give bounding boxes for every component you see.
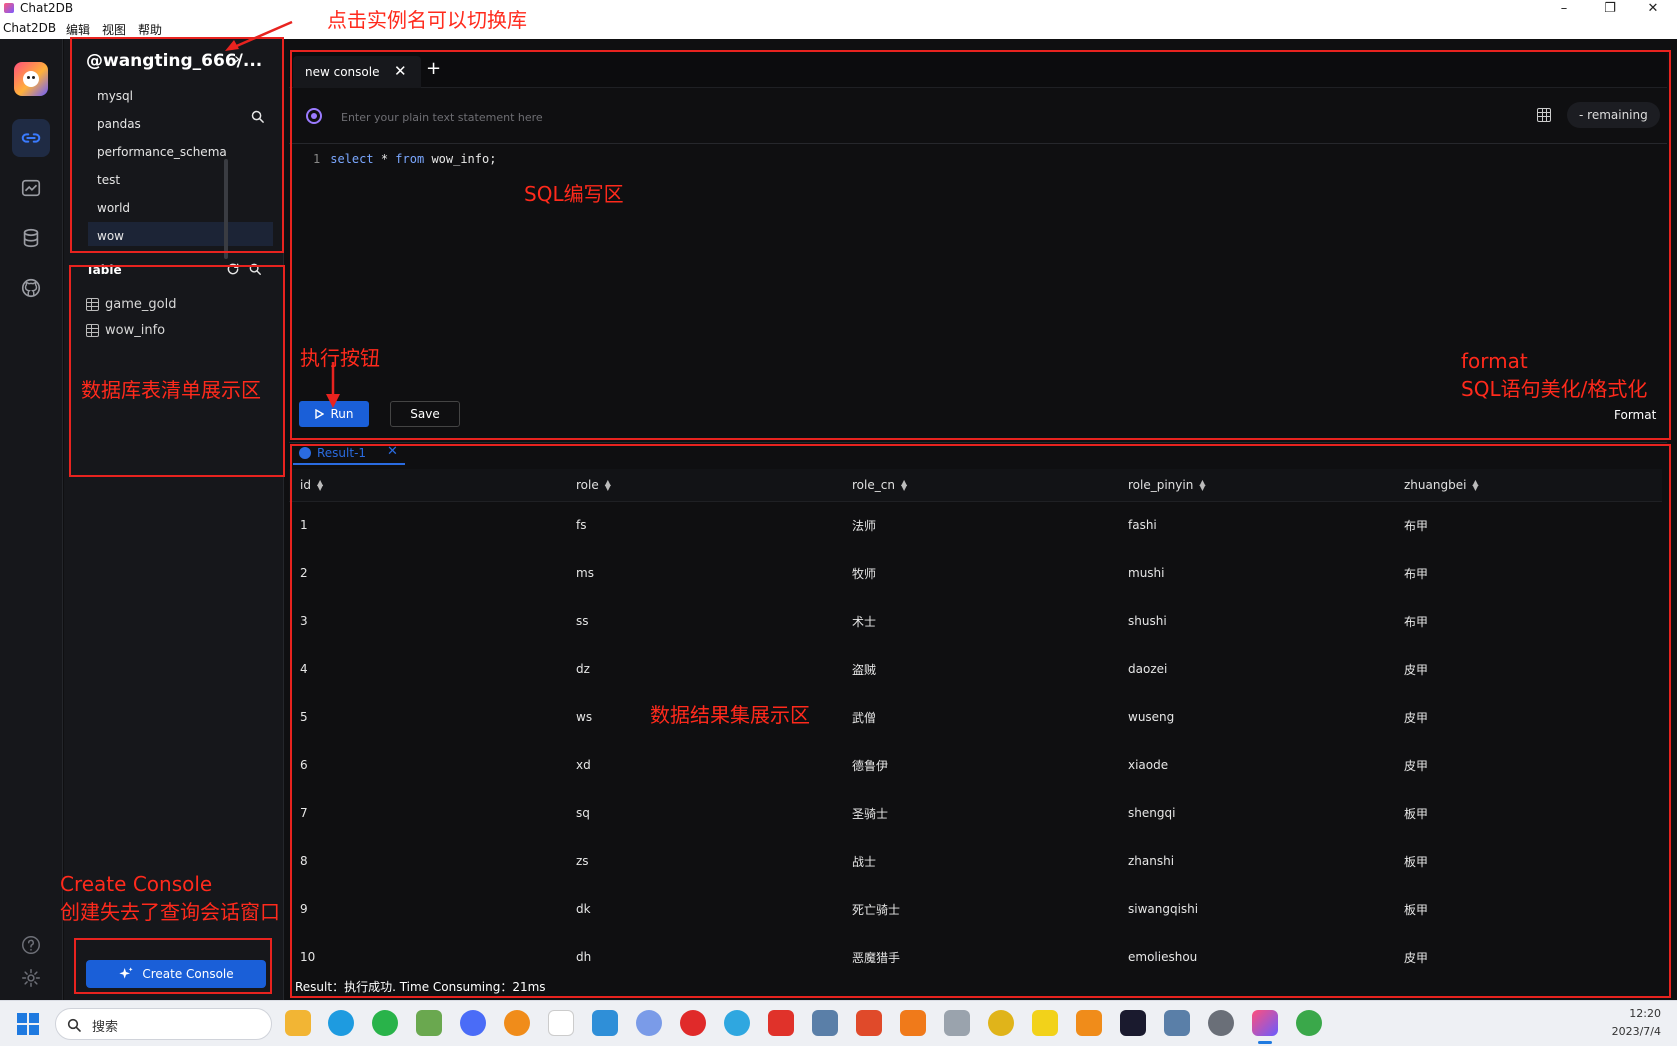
chat2db-taskbar-icon[interactable] [1252, 1010, 1278, 1036]
annotation-box-result [290, 444, 1671, 998]
windows-taskbar: 搜索 12:20 2023/7/4 [0, 1000, 1677, 1046]
edge-browser-icon[interactable] [328, 1010, 354, 1036]
annotation-format-title: format [1461, 349, 1528, 373]
wps-icon[interactable] [768, 1010, 794, 1036]
browser-icon[interactable] [724, 1010, 750, 1036]
settings-app-icon[interactable] [1208, 1010, 1234, 1036]
menu-item-chat2db[interactable]: Chat2DB [3, 21, 56, 35]
app-icon[interactable] [1296, 1010, 1322, 1036]
nav-rail [0, 39, 63, 1000]
window-title: Chat2DB [20, 1, 74, 15]
database-nav-button[interactable] [12, 219, 50, 257]
annotation-box-table-list [69, 265, 285, 477]
menu-item-help[interactable]: 帮助 [138, 21, 162, 38]
help-icon [22, 936, 40, 954]
maximize-button[interactable]: ❐ [1590, 0, 1630, 19]
annotation-format-desc: SQL语句美化/格式化 [1461, 377, 1648, 401]
annotation-result-area: 数据结果集展示区 [650, 703, 810, 727]
database-icon [23, 228, 39, 248]
taskbar-search-box[interactable]: 搜索 [55, 1008, 272, 1040]
intellij-icon[interactable] [1120, 1010, 1146, 1036]
menu-item-edit[interactable]: 编辑 [66, 21, 90, 38]
chrome-icon[interactable] [988, 1010, 1014, 1036]
wechat-icon[interactable] [372, 1010, 398, 1036]
active-app-indicator [1258, 1041, 1272, 1044]
minimize-button[interactable]: – [1544, 0, 1584, 19]
chat2db-logo-icon [14, 62, 48, 96]
terminal-icon[interactable] [944, 1010, 970, 1036]
link-icon [21, 133, 41, 143]
baidu-netdisk-icon[interactable] [636, 1010, 662, 1036]
typora-icon[interactable] [548, 1010, 574, 1036]
datagrip-icon[interactable] [1164, 1010, 1190, 1036]
chart-icon [21, 179, 41, 197]
netease-music-icon[interactable] [680, 1010, 706, 1036]
close-window-button[interactable]: ✕ [1633, 0, 1673, 19]
annotation-table-list: 数据库表清单展示区 [81, 378, 261, 402]
annotation-create-console-desc: 创建失去了查询会话窗口 [60, 900, 280, 924]
windows-start-icon[interactable] [17, 1013, 39, 1035]
taskbar-search-label: 搜索 [92, 1020, 119, 1035]
annotation-run-button: 执行按钮 [300, 346, 380, 370]
annotation-box-create-console [74, 938, 272, 994]
clock-time[interactable]: 12:20 [1597, 1007, 1661, 1020]
annotation-box-instance [70, 37, 284, 253]
file-explorer-icon[interactable] [285, 1010, 311, 1036]
annotation-arrow-switch [225, 20, 293, 51]
annotation-create-console-title: Create Console [60, 872, 213, 896]
gear-icon [22, 969, 40, 987]
github-nav-button[interactable] [12, 269, 50, 307]
menu-item-view[interactable]: 视图 [102, 21, 126, 38]
app-icon[interactable] [460, 1010, 486, 1036]
search-app-icon[interactable] [504, 1010, 530, 1036]
connections-nav-button[interactable] [12, 119, 50, 157]
search-icon [67, 1018, 81, 1032]
telegram-icon[interactable] [592, 1010, 618, 1036]
clock-date[interactable]: 2023/7/4 [1597, 1025, 1661, 1038]
app-icon[interactable] [856, 1010, 882, 1036]
app-logo-icon [4, 3, 14, 13]
settings-nav-button[interactable] [12, 959, 50, 997]
dashboard-nav-button[interactable] [12, 169, 50, 207]
window-titlebar: Chat2DB – ❐ ✕ [0, 0, 1677, 19]
potplayer-icon[interactable] [1032, 1010, 1058, 1036]
sublime-text-icon[interactable] [1076, 1010, 1102, 1036]
office-icon[interactable] [900, 1010, 926, 1036]
github-icon [21, 278, 41, 298]
annotation-sql-area: SQL编写区 [524, 182, 624, 206]
annotation-switch-db: 点击实例名可以切换库 [327, 8, 527, 32]
database-app-icon[interactable] [812, 1010, 838, 1036]
notepad-icon[interactable] [416, 1010, 442, 1036]
